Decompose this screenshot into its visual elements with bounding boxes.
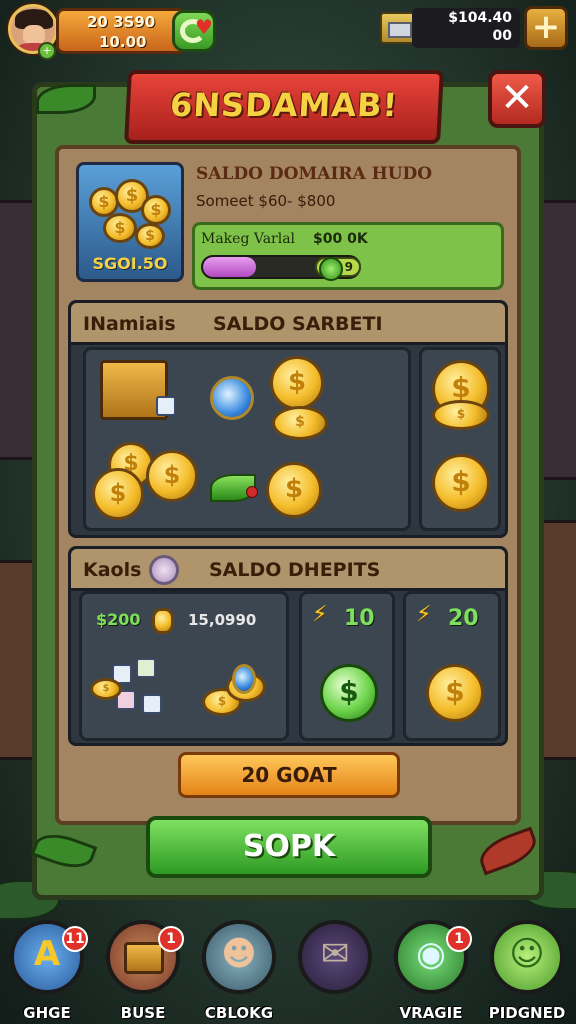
coin-icon: $ xyxy=(146,450,198,502)
berry-icon xyxy=(246,486,258,498)
bolt-icon: ⚡ xyxy=(312,602,328,627)
deposit-card-3[interactable]: ⚡ 20 $ xyxy=(403,591,501,741)
coin-icon: $ xyxy=(272,406,328,440)
nav-label: PIDGNED xyxy=(488,1004,566,1022)
goat-button[interactable]: 20 GOAT xyxy=(178,752,400,798)
nav-item-vragie[interactable]: ◉ 1 VRAGIE xyxy=(390,920,472,1022)
progress-bar-fill xyxy=(203,257,257,277)
confirm-button[interactable]: SOPK xyxy=(146,816,432,878)
deposit-amount-green: $200 xyxy=(96,610,141,629)
deposit-amount-white: 15,0990 xyxy=(188,611,257,629)
coin-icon: $ xyxy=(92,468,144,520)
notification-badge: 1 xyxy=(158,926,184,952)
gem-icon xyxy=(210,376,254,420)
nav-label: GHGE xyxy=(23,1004,71,1022)
bottom-nav: A 11 GHGE 1 BUSE ☻ CBLOKG ✉ ◉ 1 VRAGIE ☺… xyxy=(0,912,576,1024)
dice-icon xyxy=(136,658,156,678)
level-badge-icon: + xyxy=(38,42,56,60)
notification-badge: 11 xyxy=(62,926,88,952)
heart-button[interactable]: ♥ xyxy=(172,10,216,52)
rewards-section-title: INamiais xyxy=(83,313,176,335)
currency-line2: 00 xyxy=(492,28,512,44)
dice-icon xyxy=(142,694,162,714)
progress-knob: 9 xyxy=(315,257,361,281)
crate-icon xyxy=(124,942,164,974)
title-banner: 6NSDAMAB! xyxy=(124,70,444,144)
currency-pill[interactable]: $104.40 00 xyxy=(412,8,520,48)
character-icon: ☻ xyxy=(221,934,257,974)
deposits-section-title: Kaols xyxy=(83,559,142,581)
coin-icon: $ xyxy=(432,400,490,430)
deposit-card-main[interactable]: $200 15,0990 $ $ $ xyxy=(79,591,289,741)
rewards-main-card[interactable]: $ $ $ $ $ $ xyxy=(83,347,411,531)
green-coin-icon: $ xyxy=(320,664,378,722)
treasure-chest-icon xyxy=(380,12,416,44)
bolt-icon: ⚡ xyxy=(416,602,432,627)
bg-house-right-low xyxy=(540,520,576,760)
bundle-subtitle: Someet $60- $800 xyxy=(196,192,336,210)
nav-item-cblokg[interactable]: ☻ CBLOKG xyxy=(198,920,280,1022)
rewards-side-card[interactable]: $ $ $ xyxy=(419,347,501,531)
progress-value: $00 0K xyxy=(313,231,368,247)
deposit-card-2[interactable]: ⚡ 10 $ xyxy=(299,591,395,741)
coin-icon: $ xyxy=(103,213,137,243)
deposits-section-right-title: SALDO DHEPITS xyxy=(209,559,381,581)
nav-label: BUSE xyxy=(120,1004,166,1022)
deposits-section-header: Kaols SALDO DHEPITS xyxy=(71,549,505,591)
rewards-section-right-title: SALDO SARBETI xyxy=(213,313,383,335)
deposit-card-2-amount: 10 xyxy=(344,606,375,631)
deposit-card-3-amount: 20 xyxy=(448,606,479,631)
coin-icon: $ xyxy=(270,356,324,410)
nav-item-map[interactable]: ✉ xyxy=(294,920,376,1020)
player-stat-pill[interactable]: 20 3S90 10.00 xyxy=(56,8,186,54)
rewards-section-header: INamiais SALDO SARBETI xyxy=(71,303,505,345)
nav-item-pidgned[interactable]: ☺ PIDGNED xyxy=(486,920,568,1022)
scroll-icon: ✉ xyxy=(320,934,350,974)
coin-icon: $ xyxy=(266,462,322,518)
nav-label: CBLOKG xyxy=(204,1004,274,1022)
stat-line2: 10.00 xyxy=(99,33,147,51)
rewards-section: INamiais SALDO SARBETI $ $ $ $ $ $ $ $ $ xyxy=(68,300,508,538)
bundle-title: SALDO DOMAIRA HUDO xyxy=(196,164,433,184)
swirl-icon xyxy=(232,664,256,694)
coin-icon: $ xyxy=(432,454,490,512)
nav-item-ghge[interactable]: A 11 GHGE xyxy=(6,920,88,1022)
nav-item-buse[interactable]: 1 BUSE xyxy=(102,920,184,1022)
dice-icon xyxy=(156,396,176,416)
bg-house-right xyxy=(540,200,576,480)
avatar-face xyxy=(23,25,45,45)
stat-line1: 20 3S90 xyxy=(87,13,156,31)
top-bar: 20 3S90 10.00 + ♥ $104.40 00 + xyxy=(0,0,576,70)
dialog-title: 6NSDAMAB! xyxy=(169,86,400,124)
deposits-section: Kaols SALDO DHEPITS $200 15,0990 $ $ $ ⚡… xyxy=(68,546,508,746)
shell-icon xyxy=(149,555,179,585)
bundle-thumbnail-label: SGOI.5O xyxy=(92,254,168,273)
bundle-thumbnail[interactable]: $ $ $ $ $ SGOI.5O xyxy=(76,162,184,282)
coin-icon: $ xyxy=(141,195,171,225)
nav-label: VRAGIE xyxy=(399,1004,463,1022)
pet-icon: ☺ xyxy=(509,934,545,974)
coin-bag-icon xyxy=(152,608,174,634)
close-button[interactable]: ✕ xyxy=(488,70,546,128)
coin-icon: $ xyxy=(426,664,484,722)
add-currency-button[interactable]: + xyxy=(524,6,568,50)
progress-box: Makeg Varlal $00 0K 9 xyxy=(192,222,504,290)
heart-icon: ♥ xyxy=(195,15,213,39)
progress-label: Makeg Varlal xyxy=(201,231,296,247)
notification-badge: 1 xyxy=(446,926,472,952)
currency-line1: $104.40 xyxy=(448,10,512,26)
coin-icon: $ xyxy=(90,678,122,700)
coin-icon: $ xyxy=(135,223,165,249)
